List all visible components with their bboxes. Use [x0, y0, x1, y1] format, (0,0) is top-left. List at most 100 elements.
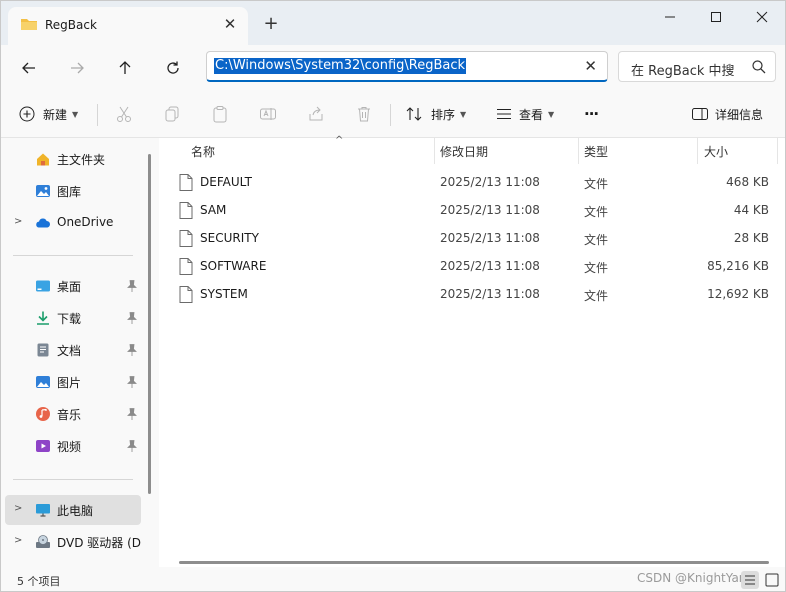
close-tab-button[interactable]: ✕	[220, 14, 240, 34]
sort-label: 排序	[431, 107, 456, 122]
column-header-type[interactable]: 类型	[584, 138, 608, 164]
refresh-icon	[167, 61, 179, 74]
chevron-right-icon[interactable]: >	[14, 216, 22, 227]
tab-regback[interactable]: RegBack ✕	[8, 7, 248, 45]
back-button[interactable]	[15, 54, 43, 82]
details-view-button[interactable]	[741, 571, 759, 589]
column-header-name[interactable]: 名称 ^	[191, 135, 343, 164]
toolbar-divider	[390, 104, 391, 126]
pin-icon[interactable]	[126, 311, 138, 325]
sidebar-item-desktop[interactable]: 桌面	[5, 271, 141, 301]
horizontal-scrollbar[interactable]	[179, 561, 769, 564]
home-icon	[37, 153, 49, 166]
file-row[interactable]: SYSTEM 2025/2/13 11:08 文件 12,692 KB	[179, 280, 779, 308]
more-options-button[interactable]: ···	[584, 102, 599, 126]
sidebar-item-home[interactable]: 主文件夹	[5, 144, 141, 174]
chevron-down-icon: ▼	[72, 109, 79, 119]
column-divider[interactable]	[697, 138, 698, 164]
video-icon	[36, 440, 50, 452]
details-view-icon	[745, 575, 755, 585]
up-button[interactable]	[111, 54, 139, 82]
cloud-icon	[36, 218, 50, 228]
search-input[interactable]: 在 RegBack 中搜	[618, 51, 776, 82]
tiles-view-icon	[765, 573, 779, 587]
sidebar-item-label: 此电脑	[57, 504, 94, 518]
sidebar-item-gallery[interactable]: 图库	[5, 176, 141, 206]
pin-icon[interactable]	[126, 439, 138, 453]
sidebar-item-music[interactable]: 音乐	[5, 399, 141, 429]
clear-address-button[interactable]: ✕	[584, 58, 597, 74]
pin-icon[interactable]	[126, 279, 138, 293]
file-row[interactable]: DEFAULT 2025/2/13 11:08 文件 468 KB	[179, 168, 779, 196]
clipboard-icon	[213, 106, 227, 123]
sidebar-item-onedrive[interactable]: > OneDrive	[5, 208, 141, 238]
column-divider[interactable]	[777, 138, 778, 164]
title-bar: RegBack ✕ +	[1, 1, 785, 45]
file-row[interactable]: SOFTWARE 2025/2/13 11:08 文件 85,216 KB	[179, 252, 779, 280]
maximize-button[interactable]	[693, 1, 739, 33]
sidebar-item-documents[interactable]: 文档	[5, 335, 141, 365]
music-icon	[36, 407, 50, 421]
address-path[interactable]: C:\Windows\System32\config\RegBack	[214, 58, 467, 74]
details-pane-button[interactable]: 详细信息	[691, 102, 763, 126]
file-type: 文件	[584, 177, 609, 191]
pin-icon[interactable]	[126, 375, 138, 389]
share-icon	[309, 106, 323, 121]
sidebar-item-dvd-drive[interactable]: > DVD 驱动器 (D	[5, 527, 141, 557]
column-header-size[interactable]: 大小	[704, 138, 728, 164]
paste-button[interactable]	[211, 102, 229, 126]
pin-icon[interactable]	[126, 343, 138, 357]
new-button[interactable]: 新建 ▼	[19, 102, 78, 126]
arrow-up-icon	[119, 61, 131, 74]
file-icon	[179, 202, 193, 219]
sidebar-item-downloads[interactable]: 下载	[5, 303, 141, 333]
file-type: 文件	[584, 205, 609, 219]
share-button[interactable]	[307, 102, 325, 126]
chevron-right-icon[interactable]: >	[14, 503, 22, 514]
column-header-date[interactable]: 修改日期	[440, 138, 488, 164]
chevron-right-icon[interactable]: >	[14, 535, 22, 546]
sort-icon	[406, 107, 422, 121]
file-type: 文件	[584, 289, 609, 303]
sort-button[interactable]: 排序 ▼	[405, 102, 466, 126]
address-bar[interactable]: C:\Windows\System32\config\RegBack ✕	[206, 51, 608, 82]
file-explorer-window: RegBack ✕ + C:\Windows\System32\config\R…	[0, 0, 786, 592]
delete-button[interactable]	[355, 102, 373, 126]
file-icon	[179, 286, 193, 303]
sidebar-item-label: DVD 驱动器 (D	[57, 536, 142, 550]
view-button[interactable]: 查看 ▼	[495, 102, 554, 126]
sidebar-scrollbar[interactable]	[148, 154, 151, 494]
sidebar-divider	[13, 479, 133, 480]
file-name: SOFTWARE	[200, 259, 267, 273]
column-divider[interactable]	[578, 138, 579, 164]
file-icon	[179, 174, 193, 191]
forward-button[interactable]	[63, 54, 91, 82]
watermark: CSDN @KnightYang	[637, 571, 755, 585]
file-row[interactable]: SAM 2025/2/13 11:08 文件 44 KB	[179, 196, 779, 224]
file-list: 名称 ^ 修改日期 类型 大小 DEFAULT 2025/2/13 11:08 …	[161, 135, 785, 567]
sidebar-item-pictures[interactable]: 图片	[5, 367, 141, 397]
refresh-button[interactable]	[159, 54, 187, 82]
cut-button[interactable]	[115, 102, 133, 126]
copy-button[interactable]	[163, 102, 181, 126]
sidebar-item-this-pc[interactable]: > 此电脑	[5, 495, 141, 525]
file-date: 2025/2/13 11:08	[440, 175, 540, 189]
search-icon[interactable]	[751, 59, 767, 75]
new-tab-button[interactable]: +	[260, 13, 282, 35]
dvd-icon	[36, 535, 50, 548]
pin-icon[interactable]	[126, 407, 138, 421]
column-divider[interactable]	[434, 138, 435, 164]
file-date: 2025/2/13 11:08	[440, 203, 540, 217]
arrow-left-icon	[22, 62, 35, 74]
file-row[interactable]: SECURITY 2025/2/13 11:08 文件 28 KB	[179, 224, 779, 252]
close-window-button[interactable]	[739, 1, 785, 33]
chevron-down-icon: ▼	[548, 109, 555, 119]
command-bar: 新建 ▼ 排序 ▼ 查看 ▼ ··· 详细信息	[1, 90, 785, 138]
sidebar-item-videos[interactable]: 视频	[5, 431, 141, 461]
file-size: 12,692 KB	[707, 287, 769, 301]
tiles-view-button[interactable]	[763, 571, 781, 589]
minimize-icon	[665, 16, 675, 18]
minimize-button[interactable]	[647, 1, 693, 33]
folder-icon	[21, 19, 37, 30]
rename-button[interactable]	[259, 102, 277, 126]
